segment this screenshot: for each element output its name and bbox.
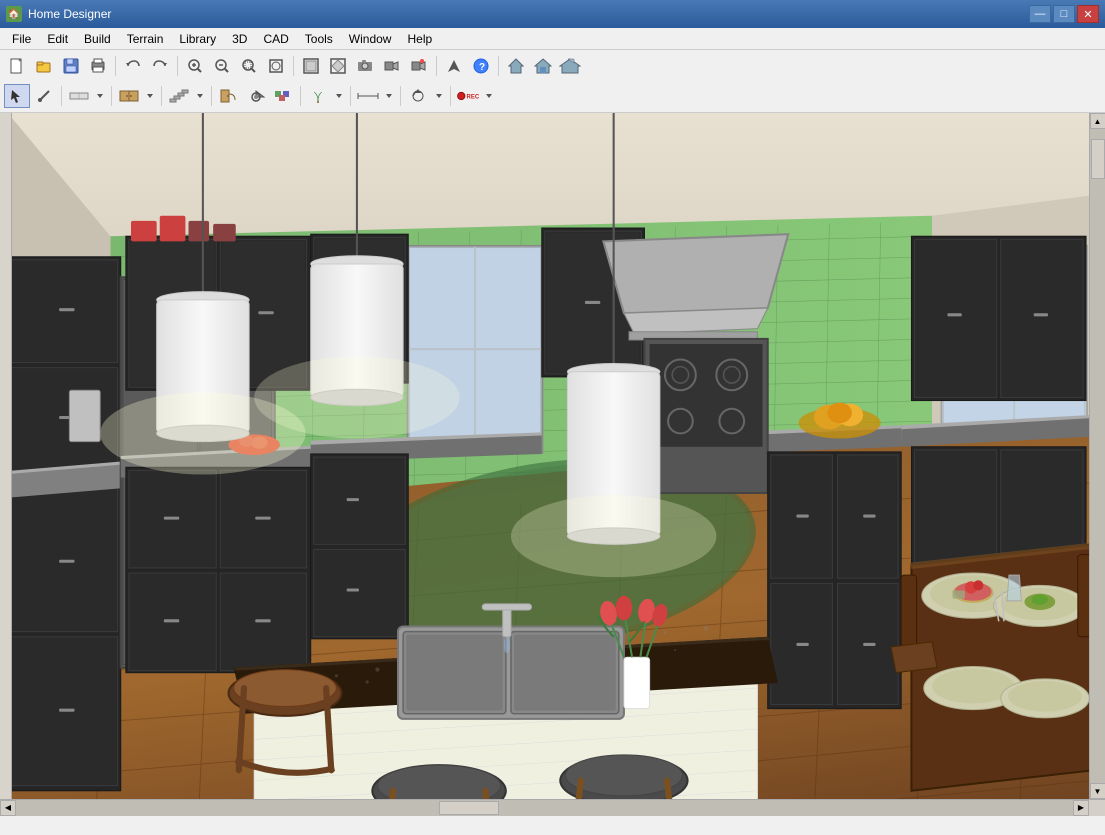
camera3-button[interactable] xyxy=(406,54,432,78)
sep7 xyxy=(111,86,112,106)
minimize-button[interactable]: — xyxy=(1029,5,1051,23)
material-button[interactable] xyxy=(270,84,296,108)
plant-drop-button[interactable] xyxy=(332,84,346,108)
sep10 xyxy=(300,86,301,106)
close-button[interactable]: ✕ xyxy=(1077,5,1099,23)
zoom-out-button[interactable] xyxy=(209,54,235,78)
scroll-up-button[interactable]: ▲ xyxy=(1090,113,1105,129)
window-title: Home Designer xyxy=(28,7,1029,21)
redo-button[interactable] xyxy=(147,54,173,78)
title-bar: 🏠 Home Designer — □ ✕ xyxy=(0,0,1105,28)
status-bar xyxy=(0,815,1105,835)
zoom-fit-button[interactable] xyxy=(263,54,289,78)
scroll-left-button[interactable]: ◀ xyxy=(0,800,16,816)
undo-button[interactable] xyxy=(120,54,146,78)
canvas-area[interactable] xyxy=(12,113,1089,799)
svg-text:?: ? xyxy=(479,62,485,73)
menu-help[interactable]: Help xyxy=(399,28,440,49)
maximize-button[interactable]: □ xyxy=(1053,5,1075,23)
print-button[interactable] xyxy=(85,54,111,78)
app-icon: 🏠 xyxy=(6,6,22,22)
sep13 xyxy=(450,86,451,106)
scroll-corner xyxy=(1089,800,1105,816)
bottom-scrollbar: ◀ ▶ xyxy=(0,799,1105,815)
fill-window-button[interactable] xyxy=(298,54,324,78)
window-controls: — □ ✕ xyxy=(1029,5,1099,23)
svg-text:REC: REC xyxy=(467,94,480,100)
toolbar-row2: REC xyxy=(4,82,1101,110)
camera2-button[interactable] xyxy=(379,54,405,78)
sep2 xyxy=(177,56,178,76)
menu-library[interactable]: Library xyxy=(171,28,224,49)
menu-cad[interactable]: CAD xyxy=(255,28,296,49)
sep12 xyxy=(400,86,401,106)
camera-place-button[interactable] xyxy=(243,84,269,108)
menu-terrain[interactable]: Terrain xyxy=(119,28,172,49)
scroll-thumb-bottom[interactable] xyxy=(439,801,499,815)
menu-3d[interactable]: 3D xyxy=(224,28,255,49)
record-drop-button[interactable] xyxy=(482,84,496,108)
open-button[interactable] xyxy=(31,54,57,78)
select-tool-button[interactable] xyxy=(4,84,30,108)
wall-drop-button[interactable] xyxy=(93,84,107,108)
sep6 xyxy=(61,86,62,106)
save-button[interactable] xyxy=(58,54,84,78)
menu-build[interactable]: Build xyxy=(76,28,119,49)
menu-file[interactable]: File xyxy=(4,28,39,49)
cabinet-button[interactable] xyxy=(116,84,142,108)
record-button[interactable]: REC xyxy=(455,84,481,108)
kitchen-scene xyxy=(12,113,1089,799)
stairs-button[interactable] xyxy=(166,84,192,108)
sep3 xyxy=(293,56,294,76)
plant-button[interactable] xyxy=(305,84,331,108)
sep9 xyxy=(211,86,212,106)
help-button[interactable]: ? xyxy=(468,54,494,78)
wall-tool-button[interactable] xyxy=(66,84,92,108)
transform-drop-button[interactable] xyxy=(432,84,446,108)
sep1 xyxy=(115,56,116,76)
house3-button[interactable] xyxy=(557,54,583,78)
scroll-thumb-right[interactable] xyxy=(1091,139,1105,179)
new-button[interactable] xyxy=(4,54,30,78)
stairs-drop-button[interactable] xyxy=(193,84,207,108)
sep8 xyxy=(161,86,162,106)
sep5 xyxy=(498,56,499,76)
dimension-drop-button[interactable] xyxy=(382,84,396,108)
menu-edit[interactable]: Edit xyxy=(39,28,76,49)
door-button[interactable] xyxy=(216,84,242,108)
scroll-down-button[interactable]: ▼ xyxy=(1090,783,1105,799)
sep4 xyxy=(436,56,437,76)
main-content: ▲ ▼ xyxy=(0,113,1105,799)
toolbar-row1: ? xyxy=(4,52,1101,80)
dimension-button[interactable] xyxy=(355,84,381,108)
menu-window[interactable]: Window xyxy=(341,28,400,49)
scroll-track-right[interactable] xyxy=(1090,129,1105,783)
menu-tools[interactable]: Tools xyxy=(297,28,341,49)
draw-line-button[interactable] xyxy=(31,84,57,108)
menu-bar: File Edit Build Terrain Library 3D CAD T… xyxy=(0,28,1105,50)
camera1-button[interactable] xyxy=(352,54,378,78)
zoom-box-button[interactable] xyxy=(236,54,262,78)
sep11 xyxy=(350,86,351,106)
zoom-in-button[interactable] xyxy=(182,54,208,78)
transform-button[interactable] xyxy=(405,84,431,108)
cabinet-drop-button[interactable] xyxy=(143,84,157,108)
toolbar-area: ? xyxy=(0,50,1105,113)
fill-view-button[interactable] xyxy=(325,54,351,78)
scroll-track-bottom[interactable] xyxy=(16,800,1073,816)
house1-button[interactable] xyxy=(503,54,529,78)
scroll-right-button[interactable]: ▶ xyxy=(1073,800,1089,816)
left-ruler xyxy=(0,113,12,799)
arrow-up-button[interactable] xyxy=(441,54,467,78)
house2-button[interactable] xyxy=(530,54,556,78)
right-scrollbar: ▲ ▼ xyxy=(1089,113,1105,799)
